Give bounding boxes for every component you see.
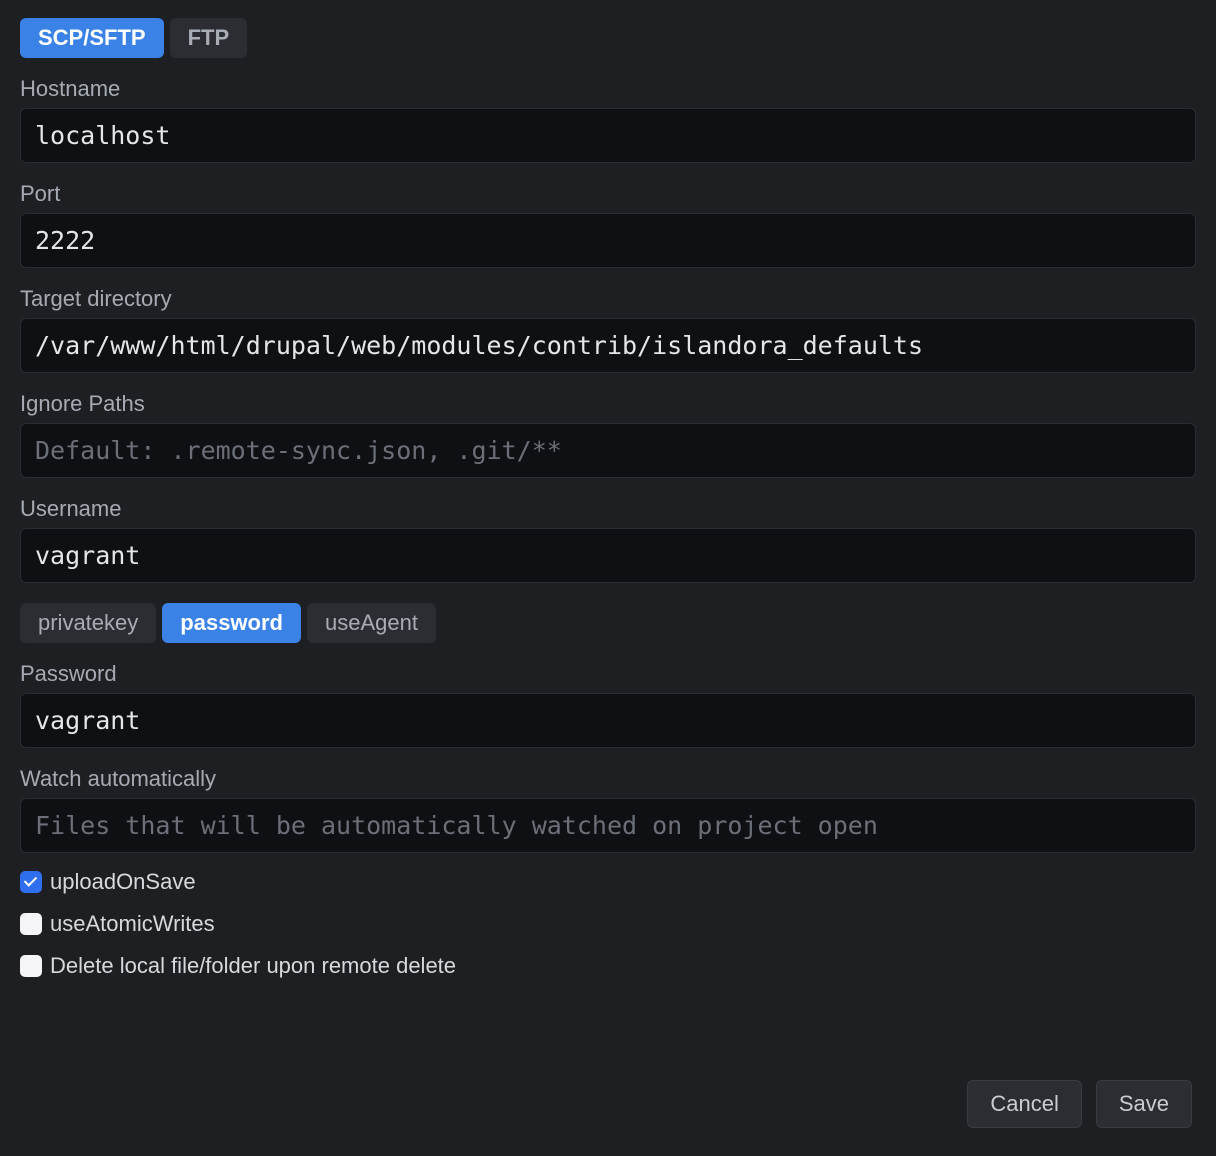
use-atomic-writes-checkbox[interactable] [20,913,42,935]
username-input[interactable] [20,528,1196,583]
cancel-button[interactable]: Cancel [967,1080,1081,1128]
hostname-input[interactable] [20,108,1196,163]
auth-tab-useagent[interactable]: useAgent [307,603,436,643]
tab-ftp[interactable]: FTP [170,18,248,58]
port-input[interactable] [20,213,1196,268]
auth-tab-privatekey[interactable]: privatekey [20,603,156,643]
hostname-label: Hostname [20,76,1196,102]
delete-local-label[interactable]: Delete local file/folder upon remote del… [50,953,456,979]
delete-local-checkbox[interactable] [20,955,42,977]
target-directory-label: Target directory [20,286,1196,312]
tab-scp-sftp[interactable]: SCP/SFTP [20,18,164,58]
target-directory-input[interactable] [20,318,1196,373]
auth-tab-group: privatekey password useAgent [20,603,1196,643]
upload-on-save-checkbox[interactable] [20,871,42,893]
ignore-paths-label: Ignore Paths [20,391,1196,417]
port-label: Port [20,181,1196,207]
auth-tab-password[interactable]: password [162,603,301,643]
save-button[interactable]: Save [1096,1080,1192,1128]
use-atomic-writes-row: useAtomicWrites [20,911,1196,937]
password-input[interactable] [20,693,1196,748]
remote-sync-settings-panel: SCP/SFTP FTP Hostname Port Target direct… [0,0,1216,1156]
watch-automatically-label: Watch automatically [20,766,1196,792]
footer-button-group: Cancel Save [967,1080,1192,1128]
protocol-tab-group: SCP/SFTP FTP [20,18,1196,58]
use-atomic-writes-label[interactable]: useAtomicWrites [50,911,215,937]
password-label: Password [20,661,1196,687]
watch-automatically-input[interactable] [20,798,1196,853]
delete-local-row: Delete local file/folder upon remote del… [20,953,1196,979]
upload-on-save-label[interactable]: uploadOnSave [50,869,196,895]
username-label: Username [20,496,1196,522]
ignore-paths-input[interactable] [20,423,1196,478]
upload-on-save-row: uploadOnSave [20,869,1196,895]
